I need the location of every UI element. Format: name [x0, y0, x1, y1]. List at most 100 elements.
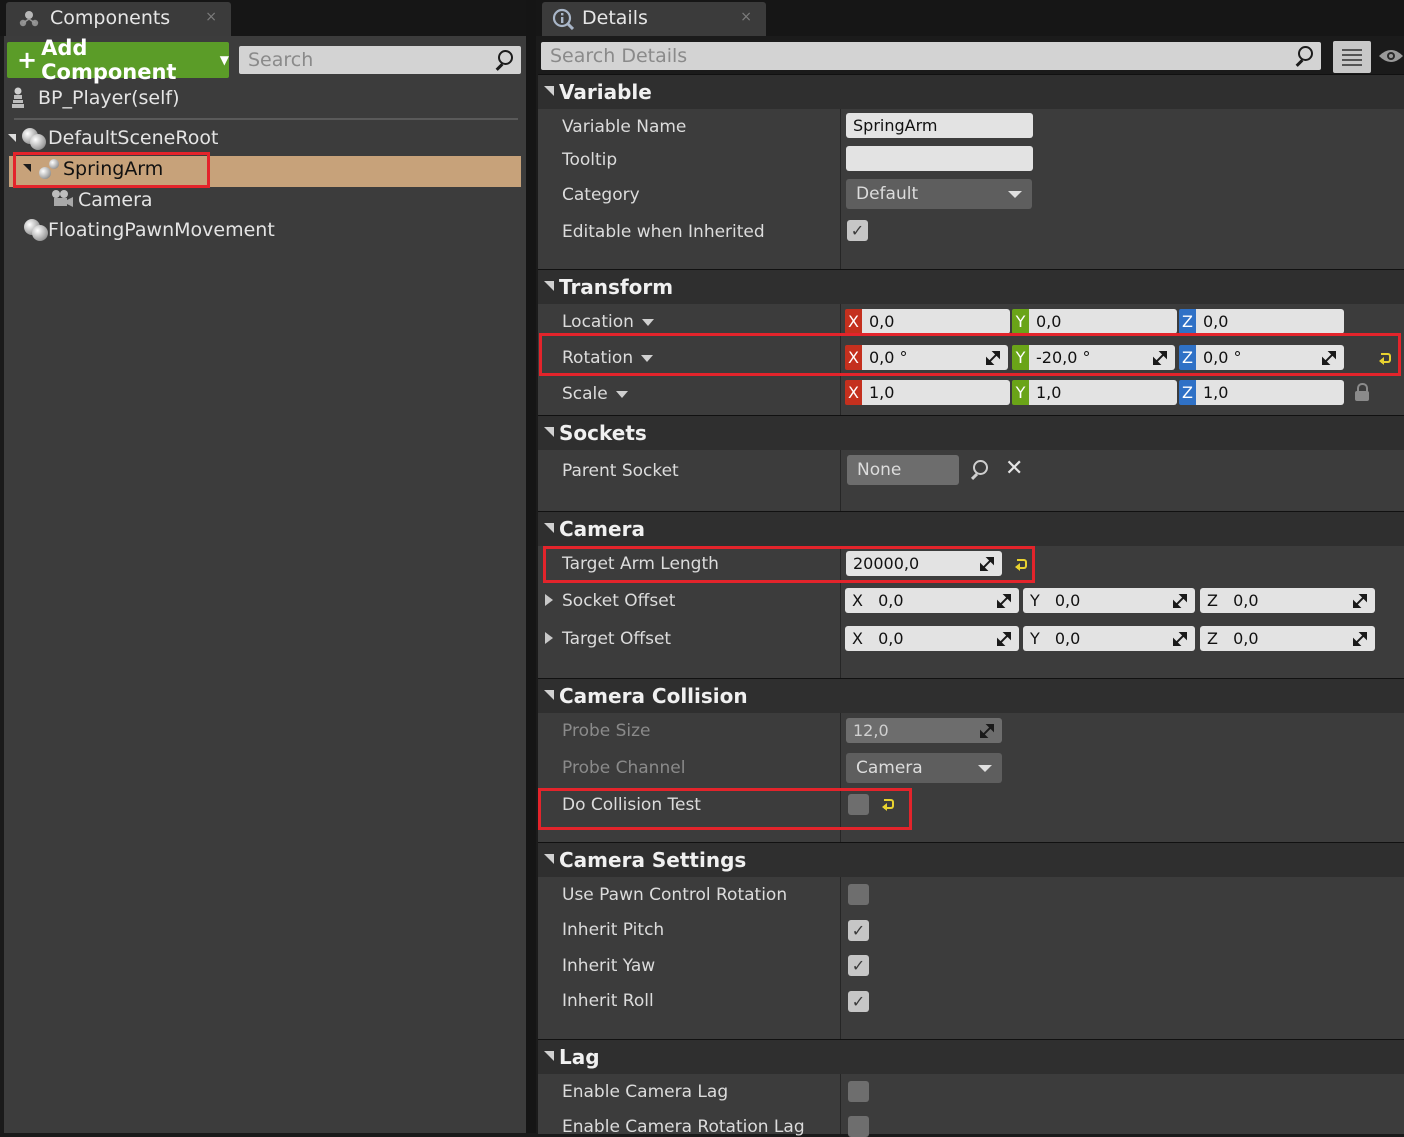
- scale-label[interactable]: Scale: [562, 384, 628, 404]
- socket-offset-y-field[interactable]: Y 0,0: [1023, 588, 1195, 613]
- collapse-arrow-icon[interactable]: [544, 854, 554, 864]
- parent-socket-field[interactable]: None: [847, 455, 959, 485]
- enable-camera-rotation-lag-label: Enable Camera Rotation Lag: [562, 1117, 805, 1137]
- section-header-camera-settings[interactable]: Camera Settings: [538, 843, 1404, 877]
- tree-item-camera[interactable]: Camera: [50, 187, 350, 217]
- target-offset-label: Target Offset: [562, 629, 672, 649]
- variable-name-field[interactable]: SpringArm: [846, 113, 1033, 138]
- lock-icon[interactable]: [1355, 383, 1369, 401]
- search-icon[interactable]: [496, 50, 514, 68]
- collapse-arrow-icon[interactable]: [544, 1051, 554, 1061]
- axis-y-tag: Y: [1012, 309, 1029, 334]
- editable-when-inherited-checkbox[interactable]: ✓: [847, 220, 868, 241]
- tree-item-floatingpawnmovement[interactable]: FloatingPawnMovement: [20, 217, 420, 247]
- tree-item-label: DefaultSceneRoot: [48, 127, 219, 149]
- category-dropdown[interactable]: Default: [846, 179, 1032, 209]
- collapse-arrow-icon[interactable]: [544, 86, 554, 96]
- drag-spinner-icon[interactable]: [997, 594, 1011, 608]
- components-search-input[interactable]: Search: [239, 46, 521, 74]
- collapse-arrow-icon[interactable]: [544, 281, 554, 291]
- drag-spinner-icon[interactable]: [1173, 594, 1187, 608]
- panel-splitter[interactable]: [526, 0, 536, 1133]
- clear-icon[interactable]: ✕: [1005, 458, 1025, 480]
- axis-z-tag: Z: [1179, 380, 1196, 405]
- details-icon: [552, 8, 574, 30]
- scene-component-icon-secondary: [30, 134, 46, 150]
- socket-offset-label: Socket Offset: [562, 591, 676, 611]
- eye-icon[interactable]: [1378, 48, 1404, 64]
- probe-size-label: Probe Size: [562, 721, 651, 741]
- tooltip-field[interactable]: [846, 146, 1033, 171]
- section-header-transform[interactable]: Transform: [538, 270, 1404, 304]
- drag-spinner-icon[interactable]: [1353, 594, 1367, 608]
- section-header-camera-collision[interactable]: Camera Collision: [538, 679, 1404, 713]
- inherit-pitch-checkbox[interactable]: ✓: [848, 920, 869, 941]
- inherit-roll-checkbox[interactable]: ✓: [848, 991, 869, 1012]
- drag-spinner-icon[interactable]: [1173, 632, 1187, 646]
- tooltip-label: Tooltip: [562, 150, 618, 170]
- scale-x-field[interactable]: 1,0: [862, 380, 1010, 405]
- socket-offset-z-field[interactable]: Z 0,0: [1200, 588, 1375, 613]
- collapse-arrow-icon[interactable]: [8, 134, 16, 142]
- section-lag: Lag Enable Camera Lag Enable Camera Rota…: [538, 1039, 1404, 1137]
- tab-details[interactable]: Details ×: [542, 2, 766, 36]
- location-x-field[interactable]: 0,0: [862, 309, 1010, 334]
- chevron-down-icon: [615, 390, 628, 398]
- scale-y-field[interactable]: 1,0: [1029, 380, 1177, 405]
- tree-item-label: FloatingPawnMovement: [48, 219, 275, 241]
- collapse-arrow-icon[interactable]: [544, 690, 554, 700]
- probe-channel-label: Probe Channel: [562, 758, 686, 778]
- collapse-arrow-icon[interactable]: [544, 427, 554, 437]
- socket-offset-x-field[interactable]: X 0,0: [845, 588, 1019, 613]
- tree-divider: [14, 118, 518, 120]
- components-search-placeholder: Search: [248, 49, 314, 71]
- use-pawn-control-rotation-checkbox[interactable]: [848, 884, 869, 905]
- category-label: Category: [562, 185, 640, 205]
- tab-components[interactable]: Components ×: [6, 2, 231, 36]
- drag-spinner-icon: [980, 724, 994, 738]
- target-offset-x-field[interactable]: X 0,0: [845, 626, 1019, 651]
- axis-y-label: Y: [1030, 591, 1040, 610]
- search-icon[interactable]: [970, 460, 990, 480]
- section-header-camera[interactable]: Camera: [538, 512, 1404, 546]
- close-icon[interactable]: ×: [205, 9, 217, 25]
- location-z-field[interactable]: 0,0: [1196, 309, 1344, 334]
- category-value: Default: [856, 184, 919, 204]
- section-header-sockets[interactable]: Sockets: [538, 416, 1404, 450]
- section-header-lag[interactable]: Lag: [538, 1040, 1404, 1074]
- drag-spinner-icon[interactable]: [1353, 632, 1367, 646]
- enable-camera-lag-checkbox[interactable]: [848, 1081, 869, 1102]
- highlight-box-rotation: [539, 333, 1401, 376]
- axis-z-label: Z: [1207, 629, 1218, 648]
- expand-arrow-icon[interactable]: [545, 632, 553, 644]
- inherit-roll-label: Inherit Roll: [562, 991, 654, 1011]
- target-offset-y-field[interactable]: Y 0,0: [1023, 626, 1195, 651]
- inherit-yaw-checkbox[interactable]: ✓: [848, 955, 869, 976]
- add-component-button[interactable]: + Add Component ▼: [7, 36, 229, 84]
- section-title: Camera Settings: [559, 848, 747, 872]
- collapse-arrow-icon[interactable]: [544, 523, 554, 533]
- expand-arrow-icon[interactable]: [545, 594, 553, 606]
- axis-z-tag: Z: [1179, 309, 1196, 334]
- axis-x-tag: X: [845, 309, 862, 334]
- axis-y-label: Y: [1030, 629, 1040, 648]
- location-y-field[interactable]: 0,0: [1029, 309, 1177, 334]
- view-options-button[interactable]: [1333, 41, 1371, 73]
- details-search-input[interactable]: Search Details: [541, 42, 1321, 70]
- target-offset-z-field[interactable]: Z 0,0: [1200, 626, 1375, 651]
- movement-component-icon-secondary: [32, 225, 48, 241]
- close-icon[interactable]: ×: [740, 9, 752, 25]
- section-header-variable[interactable]: Variable: [538, 75, 1404, 109]
- chevron-down-icon: ▼: [219, 53, 229, 67]
- editable-when-inherited-label: Editable when Inherited: [562, 222, 765, 242]
- location-label[interactable]: Location: [562, 312, 654, 332]
- drag-spinner-icon[interactable]: [997, 632, 1011, 646]
- inherit-yaw-label: Inherit Yaw: [562, 956, 656, 976]
- tree-item-label: Camera: [78, 189, 153, 211]
- components-icon: [19, 11, 39, 27]
- section-camera: Camera Target Arm Length 20000,0 Socket …: [538, 511, 1404, 679]
- enable-camera-rotation-lag-checkbox[interactable]: [848, 1116, 869, 1137]
- plus-icon: +: [17, 46, 38, 74]
- search-icon[interactable]: [1296, 46, 1314, 64]
- scale-z-field[interactable]: 1,0: [1196, 380, 1344, 405]
